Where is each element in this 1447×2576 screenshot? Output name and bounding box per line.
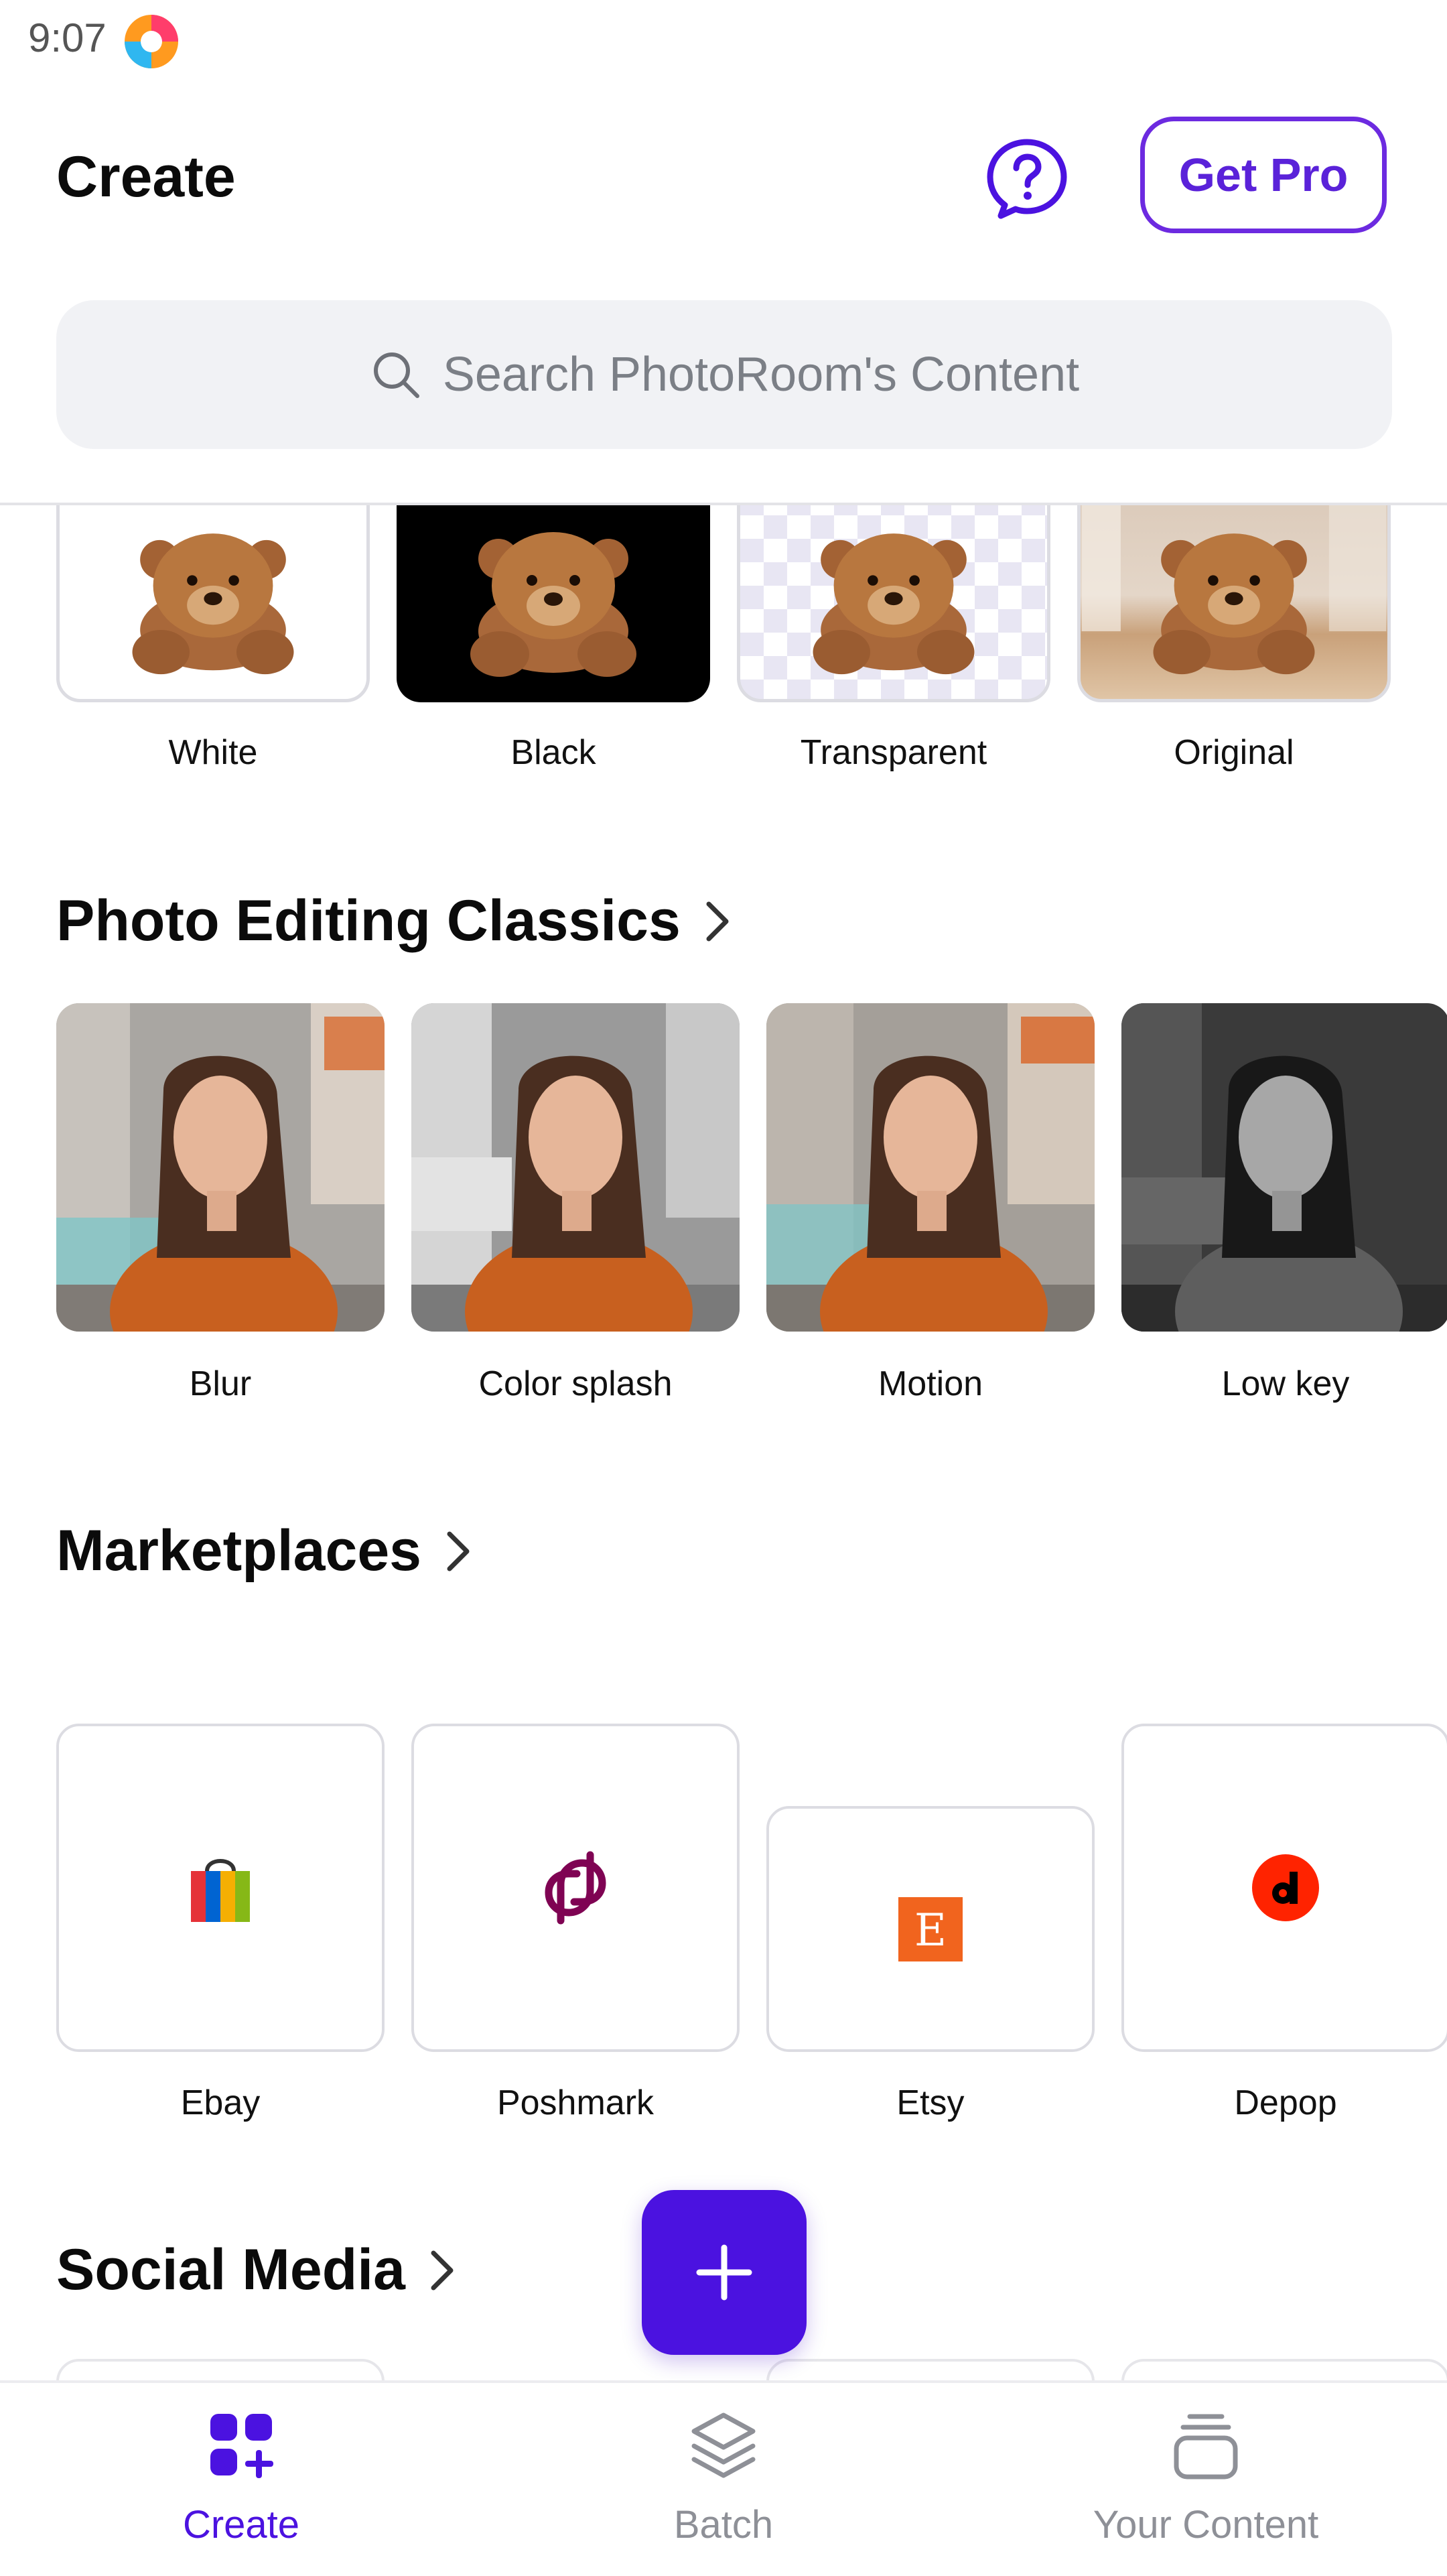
marketplace-label-etsy: Etsy [896, 2083, 965, 2122]
search-icon [373, 352, 419, 398]
create-grid-icon [210, 2414, 273, 2478]
portrait-image [1121, 1003, 1447, 1332]
stack-icon [1174, 2414, 1238, 2480]
marketplace-etsy-tile[interactable]: E [766, 1806, 1095, 2052]
nav-label: Your Content [1093, 2503, 1319, 2547]
nav-your-content[interactable]: Your Content [1058, 2383, 1353, 2576]
background-options-row [0, 505, 1447, 706]
section-title: Photo Editing Classics [56, 889, 681, 953]
add-button[interactable] [642, 2190, 807, 2355]
section-title: Marketplaces [56, 1519, 421, 1583]
background-transparent-tile[interactable] [737, 505, 1050, 702]
get-pro-button[interactable]: Get Pro [1140, 117, 1387, 233]
ebay-bag-icon [191, 1859, 250, 1922]
poshmark-icon [545, 1851, 606, 1925]
page-title: Create [56, 145, 236, 209]
status-time: 9:07 [28, 15, 107, 60]
teddy-bear-image [470, 532, 636, 677]
background-label-white: White [168, 733, 258, 772]
photo-color-splash-tile[interactable] [411, 1003, 740, 1332]
nav-label: Create [182, 2503, 300, 2547]
marketplace-label-depop: Depop [1234, 2083, 1337, 2122]
photo-label-low-key: Low key [1221, 1364, 1350, 1403]
photo-label-color-splash: Color splash [478, 1364, 673, 1403]
depop-icon [1252, 1854, 1319, 1921]
plus-icon [696, 2244, 752, 2301]
portrait-image [766, 1003, 1095, 1332]
photo-motion-tile[interactable] [766, 1003, 1095, 1332]
nav-create[interactable]: Create [94, 2383, 389, 2576]
background-label-original: Original [1174, 733, 1294, 772]
section-photo-editing[interactable]: Photo Editing Classics [56, 888, 734, 954]
help-icon[interactable] [985, 137, 1069, 221]
layers-icon [691, 2412, 756, 2478]
marketplace-depop-tile[interactable] [1121, 1724, 1447, 2052]
photo-blur-tile[interactable] [56, 1003, 385, 1332]
etsy-icon: E [898, 1896, 963, 1961]
search-placeholder: Search PhotoRoom's Content [442, 348, 1080, 401]
nav-label: Batch [673, 2503, 774, 2547]
teddy-bear-image [813, 533, 975, 675]
background-label-black: Black [510, 733, 596, 772]
teddy-bear-image [132, 533, 294, 675]
portrait-image [56, 1003, 385, 1332]
search-input[interactable]: Search PhotoRoom's Content [56, 300, 1392, 449]
marketplace-ebay-tile[interactable] [56, 1724, 385, 2052]
marketplace-label-ebay: Ebay [180, 2083, 261, 2122]
nav-batch[interactable]: Batch [576, 2383, 871, 2576]
bottom-navigation: Create Batch Your Content [0, 2380, 1447, 2576]
chevron-right-icon [431, 2250, 454, 2290]
section-social-media[interactable]: Social Media [56, 2237, 459, 2303]
photo-label-motion: Motion [878, 1364, 983, 1403]
background-black-tile[interactable] [397, 505, 710, 702]
photo-low-key-tile[interactable] [1121, 1003, 1447, 1332]
chevron-right-icon [706, 901, 729, 941]
background-white-tile[interactable] [56, 505, 370, 702]
marketplace-label-poshmark: Poshmark [496, 2083, 654, 2122]
section-title: Social Media [56, 2238, 405, 2302]
marketplace-poshmark-tile[interactable] [411, 1724, 740, 2052]
photo-label-blur: Blur [189, 1364, 252, 1403]
background-label-transparent: Transparent [800, 733, 987, 772]
chevron-right-icon [447, 1531, 470, 1571]
svg-text:E: E [914, 1905, 947, 1956]
background-original-tile[interactable] [1077, 505, 1391, 702]
section-marketplaces[interactable]: Marketplaces [56, 1518, 475, 1584]
photoroom-logo-icon [125, 15, 178, 68]
portrait-image [411, 1003, 740, 1332]
teddy-bear-image [1081, 505, 1387, 675]
